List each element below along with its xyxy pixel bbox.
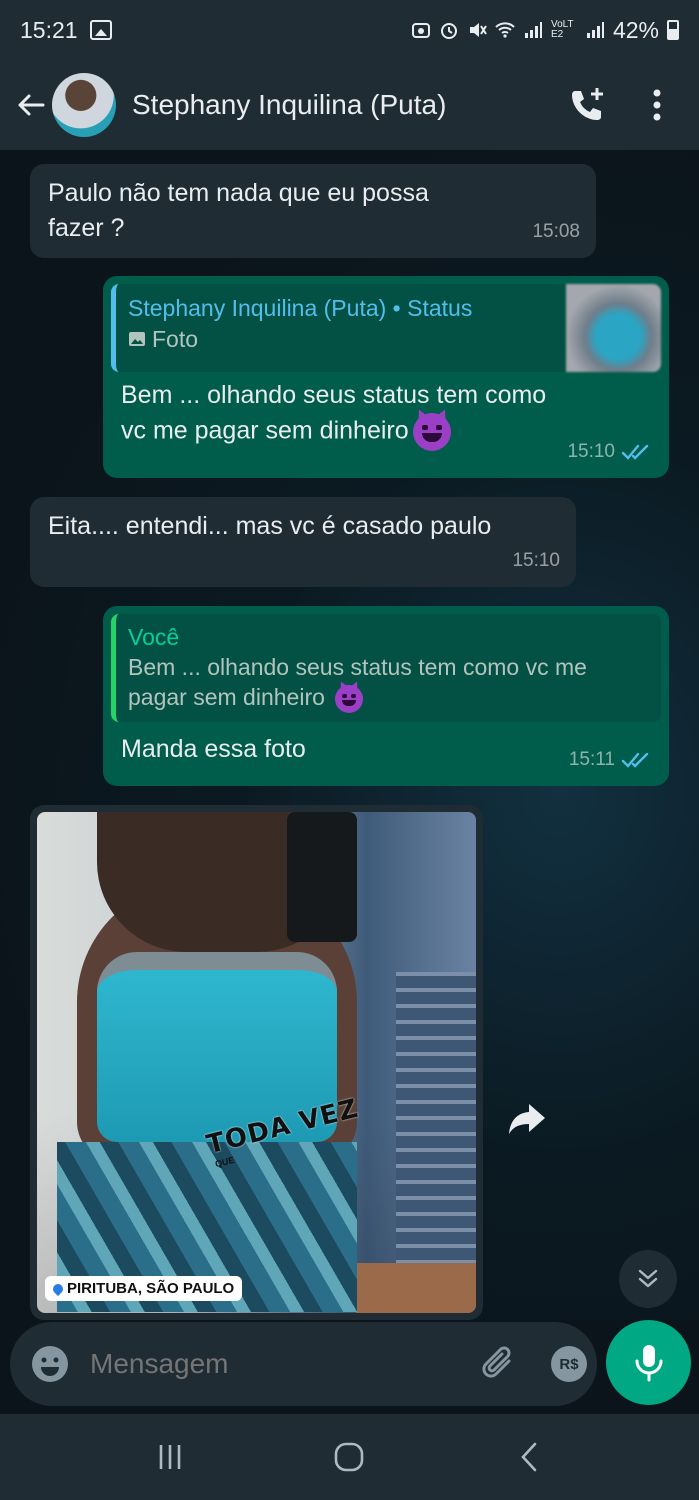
mute-icon (469, 23, 487, 37)
scroll-to-bottom-button[interactable] (619, 1250, 677, 1308)
message-bubble-outgoing[interactable]: Você Bem ... olhando seus status tem com… (103, 606, 669, 786)
time-label: 15:10 (567, 441, 615, 462)
message-text: vc me pagar sem dinheiro (121, 416, 409, 445)
location-pin-icon (50, 1281, 66, 1296)
home-button[interactable] (319, 1427, 379, 1487)
status-thumbnail (566, 284, 661, 372)
emoji-icon (32, 1346, 68, 1382)
message-text: Bem ... olhando seus status tem como (121, 381, 547, 409)
chevron-left-icon (521, 1442, 537, 1472)
attach-button[interactable] (479, 1341, 521, 1387)
alarm-icon (440, 23, 457, 39)
message-time: 15:10 (567, 434, 653, 469)
chat-area[interactable]: Paulo não tem nada que eu possa fazer ? … (0, 150, 699, 1320)
voice-record-button[interactable] (606, 1320, 691, 1405)
quoted-status[interactable]: Stephany Inquilina (Puta) • Status Foto (111, 284, 661, 372)
time-label: 15:10 (512, 550, 560, 571)
read-ticks-icon (621, 752, 649, 768)
photo-sofa (396, 972, 476, 1292)
message-time: 15:10 (512, 543, 560, 578)
signal-icon (524, 22, 542, 38)
photo-floor (356, 1263, 476, 1313)
photo[interactable]: TODA VEZ QUE PIRITUBA, SÃO PAULO (37, 812, 476, 1313)
smiling-imp-emoji (412, 413, 451, 451)
nav-back-button[interactable] (499, 1427, 559, 1487)
message-bubble-outgoing[interactable]: Stephany Inquilina (Puta) • Status Foto … (103, 276, 669, 478)
battery-icon (667, 20, 679, 40)
chat-header: Stephany Inquilina (Puta) (0, 60, 699, 150)
system-nav-bar (0, 1414, 699, 1500)
contact-avatar[interactable] (52, 73, 116, 137)
status-time: 15:21 (20, 16, 78, 43)
recent-apps-icon (159, 1445, 181, 1469)
smiling-imp-emoji (335, 684, 364, 713)
camera-notification-icon (411, 23, 430, 38)
quoted-message[interactable]: Você Bem ... olhando seus status tem com… (111, 614, 661, 722)
forward-icon (509, 1104, 545, 1134)
image-message[interactable]: TODA VEZ QUE PIRITUBA, SÃO PAULO (30, 805, 483, 1320)
status-bar: 15:21 VoLTE2 42% (0, 0, 699, 60)
menu-button[interactable] (629, 77, 685, 133)
wifi-icon (495, 22, 515, 38)
location-label: PIRITUBA, SÃO PAULO (67, 1280, 235, 1297)
home-icon (335, 1442, 364, 1472)
quote-body-line2: pagar sem dinheiro (128, 682, 649, 713)
message-bubble-incoming[interactable]: Paulo não tem nada que eu possa fazer ? … (30, 164, 596, 258)
message-text: Paulo não tem nada que eu possa (48, 179, 429, 207)
time-label: 15:11 (568, 749, 615, 770)
message-composer: R$ (10, 1322, 653, 1406)
forward-button[interactable] (498, 1090, 556, 1148)
quote-author: Você (128, 624, 180, 650)
add-call-button[interactable] (559, 77, 615, 133)
signal-icon-2 (586, 22, 604, 38)
message-input[interactable] (90, 1348, 451, 1380)
read-ticks-icon (621, 444, 649, 460)
message-time: 15:08 (532, 214, 580, 249)
message-text: fazer ? (48, 214, 125, 242)
photo-icon (129, 332, 145, 346)
add-call-icon (572, 88, 603, 120)
paperclip-icon (482, 1346, 511, 1378)
arrow-left-icon (18, 94, 45, 116)
status-icons: VoLTE2 42% (411, 17, 679, 44)
more-vertical-icon (653, 89, 661, 121)
gallery-icon (89, 20, 112, 40)
message-time: 15:11 (569, 742, 653, 777)
message-bubble-incoming[interactable]: Eita.... entendi... mas vc é casado paul… (30, 497, 576, 587)
recent-apps-button[interactable] (140, 1427, 200, 1487)
double-chevron-down-icon (638, 1269, 658, 1288)
time-label: 15:08 (532, 221, 580, 242)
back-button[interactable] (14, 88, 48, 122)
location-tag: PIRITUBA, SÃO PAULO (45, 1276, 243, 1301)
contact-name[interactable]: Stephany Inquilina (Puta) (132, 89, 545, 121)
mic-icon (635, 1344, 662, 1381)
payment-label: R$ (559, 1355, 579, 1373)
battery-percent: 42% (612, 16, 659, 43)
quote-subtitle-text: Foto (152, 326, 199, 352)
message-text: Eita.... entendi... mas vc é casado paul… (48, 512, 492, 540)
emoji-button[interactable] (30, 1341, 70, 1387)
volte-label: VoLTE2 (550, 19, 574, 40)
quote-body: pagar sem dinheiro (128, 684, 325, 710)
payment-button[interactable]: R$ (549, 1341, 589, 1387)
quote-body: Bem ... olhando seus status tem como vc … (128, 654, 587, 680)
photo-phone (287, 812, 357, 942)
